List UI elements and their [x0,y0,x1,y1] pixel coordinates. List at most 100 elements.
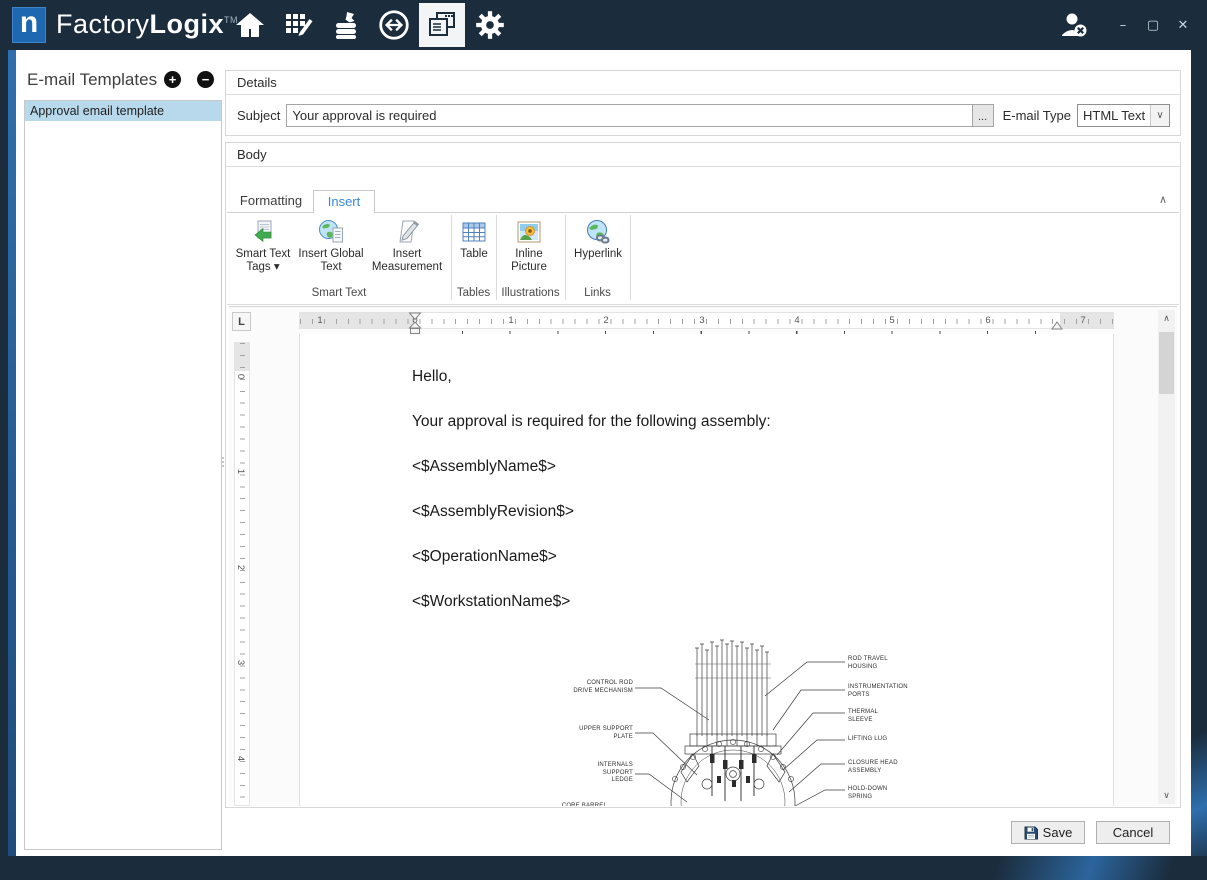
ruler-number: 3 [235,660,246,665]
stacked-materials-icon [330,9,362,41]
ruler-number: 1 [317,315,322,326]
app-window: n FactoryLogixTM [0,0,1207,880]
ribbon-group-smart-text: Smart Text [227,287,451,299]
grid-pencil-icon [282,9,314,41]
diagram-label: ROD TRAVEL HOUSING [848,656,903,671]
details-row: Subject ... E-mail Type HTML Text ∨ [237,103,1170,127]
ruler-number: 3 [699,315,704,326]
horizontal-ruler[interactable]: 1 0 1 2 3 4 5 6 7 [299,312,1114,329]
inline-picture-icon [516,219,542,245]
ruler-number: 4 [794,315,799,326]
main-nav [226,0,514,50]
templates-icon [426,9,458,41]
email-type-label: E-mail Type [1003,108,1071,123]
ruler-number: 2 [235,565,246,570]
remove-template-button[interactable]: − [197,71,214,88]
maximize-button[interactable]: ▢ [1143,18,1163,33]
home-icon [234,9,266,41]
save-label: Save [1043,825,1073,840]
left-accent-strip [8,50,16,856]
subject-label: Subject [237,108,280,123]
titlebar-right: – ▢ ✕ [1057,0,1193,50]
gear-icon [473,8,507,42]
body-header: Body [226,143,1180,167]
ribbon-group-links: Links [565,287,630,299]
subject-browse-button[interactable]: ... [973,104,994,127]
vertical-ruler[interactable]: 0 1 2 3 4 [234,342,250,806]
insert-global-text-button[interactable]: Insert Global Text [298,215,364,297]
ruler-number: 5 [889,315,894,326]
insert-global-text-icon [318,219,344,245]
ribbon-group-illustrations: Illustrations [496,287,565,299]
scroll-up-arrow[interactable]: ∧ [1158,310,1175,327]
indent-markers[interactable] [408,312,422,335]
vertical-scrollbar[interactable]: ∧ ∨ [1158,310,1175,804]
scroll-down-arrow[interactable]: ∨ [1158,787,1175,804]
ribbon-collapse-chevron[interactable]: ∧ [1159,193,1167,206]
logo-letter: n [20,9,38,37]
subject-input[interactable] [286,104,972,127]
document-body: Hello, Your approval is required for the… [300,334,1113,612]
diagram-label: HOLD-DOWN SPRING [848,786,903,801]
rich-text-editor: L 1 0 1 2 3 4 5 6 7 [229,306,1177,806]
table-icon [461,219,487,245]
paragraph: <$OperationName$> [412,547,1093,567]
add-template-button[interactable]: + [164,71,181,88]
ruler-number: 0 [235,374,246,379]
minimize-button[interactable]: – [1113,18,1133,33]
circle-arrows-icon [377,8,411,42]
document-page[interactable]: Hello, Your approval is required for the… [299,334,1114,806]
right-indent-marker[interactable] [1051,321,1063,330]
details-header: Details [226,71,1180,95]
ribbon-group-tables: Tables [451,287,496,299]
smart-text-tags-button[interactable]: Smart Text Tags ▾ [233,215,293,297]
brand-name: FactoryLogixTM [56,9,238,40]
diagram-label: CORE BARREL [521,803,607,806]
diagram-label: CLOSURE HEAD ASSEMBLY [848,760,903,775]
ribbon: Smart Text Tags ▾ Insert Global Text [227,213,1179,305]
nav-home[interactable] [227,3,273,47]
diagram-label: LIFTING LUG [848,736,903,744]
titlebar: n FactoryLogixTM [0,0,1207,50]
cancel-label: Cancel [1113,825,1153,840]
right-accent-strip [1190,700,1207,880]
body-groupbox: Body Formatting Insert ∧ Smart Text Tags… [225,142,1181,808]
ruler-number: 1 [508,315,513,326]
tab-formatting[interactable]: Formatting [237,190,305,213]
app-logo: n [12,7,46,43]
hyperlink-icon [585,219,611,245]
nav-npi[interactable] [371,3,417,47]
chevron-down-icon: ∨ [1150,105,1169,126]
diagram-label: INSTRUMENTATION PORTS [848,684,903,699]
sidebar-title: E-mail Templates [27,70,157,90]
ruler-number: 7 [1080,315,1085,326]
ruler-number: 4 [235,756,246,761]
paragraph: <$AssemblyName$> [412,457,1093,477]
tab-insert[interactable]: Insert [313,190,375,214]
nav-templates-selected[interactable] [419,3,465,47]
inline-picture-button[interactable]: Inline Picture [500,215,558,297]
nav-materials[interactable] [323,3,369,47]
paragraph: <$WorkstationName$> [412,592,1093,612]
tab-stop-selector[interactable]: L [232,312,251,331]
scrollbar-thumb[interactable] [1159,332,1174,394]
cancel-button[interactable]: Cancel [1096,821,1170,844]
paragraph: Your approval is required for the follow… [412,412,1093,432]
bottom-frame [0,856,1207,880]
nav-settings[interactable] [467,3,513,47]
hyperlink-button[interactable]: Hyperlink [569,215,627,297]
insert-measurement-button[interactable]: Insert Measurement [367,215,447,297]
ribbon-tabstrip: Formatting Insert ∧ [227,187,1179,213]
nav-production[interactable] [275,3,321,47]
paragraph: Hello, [412,367,1093,387]
save-button[interactable]: Save [1011,821,1085,844]
list-item-approval-template[interactable]: Approval email template [25,101,221,121]
table-button[interactable]: Table [455,215,493,297]
email-type-dropdown[interactable]: HTML Text ∨ [1077,104,1170,127]
diagram-label: CONTROL ROD DRIVE MECHANISM [547,680,633,695]
smart-text-tags-icon [250,219,276,245]
main-content: E-mail Templates + − Approval email temp… [16,50,1191,856]
diagram-label: UPPER SUPPORT PLATE [547,726,633,741]
close-button[interactable]: ✕ [1173,18,1193,33]
logout-user-button[interactable] [1057,10,1091,40]
